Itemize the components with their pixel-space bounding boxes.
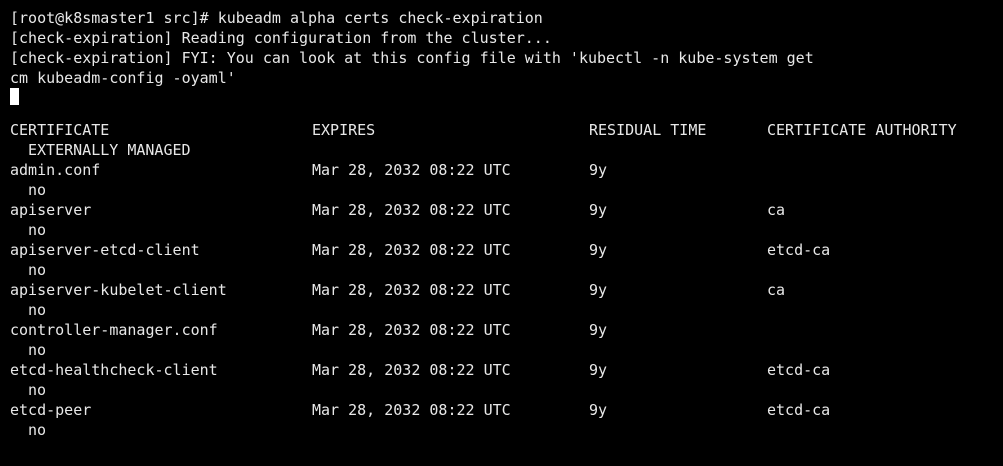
cert-externally-managed: no xyxy=(28,261,47,279)
cert-externally-managed: no xyxy=(28,181,47,199)
cert-residual-time: 9y xyxy=(589,161,608,179)
cert-authority: ca xyxy=(767,281,786,299)
cert-expires: Mar 28, 2032 08:22 UTC xyxy=(312,401,511,419)
table-row: etcd-healthcheck-client Mar 28, 2032 08:2… xyxy=(10,360,1003,380)
command-text: [root@k8smaster1 src]# kubeadm alpha cer… xyxy=(10,9,543,27)
cert-residual-time: 9y xyxy=(589,321,608,339)
table-row: etcd-peer Mar 28, 2032 08:22 UTC 9y etcd-ca xyxy=(10,400,1003,420)
table-row-continued: no xyxy=(10,220,1003,240)
table-row: apiserver-etcd-client Mar 28, 2032 08:22 … xyxy=(10,240,1003,260)
table-row-continued: no xyxy=(10,180,1003,200)
cert-externally-managed: no xyxy=(28,381,47,399)
output-line: [check-expiration] Reading configuration… xyxy=(10,28,1003,48)
cert-authority: etcd-ca xyxy=(767,361,831,379)
output-text: cm kubeadm-config -oyaml' xyxy=(10,69,236,87)
cert-name: admin.conf xyxy=(10,161,101,179)
cert-residual-time: 9y xyxy=(589,361,608,379)
cert-externally-managed: no xyxy=(28,341,47,359)
header-certificate-authority: CERTIFICATE AUTHORITY xyxy=(767,121,957,139)
cert-name: apiserver xyxy=(10,201,92,219)
table-row-continued: no xyxy=(10,260,1003,280)
cert-expires: Mar 28, 2032 08:22 UTC xyxy=(312,361,511,379)
header-certificate: CERTIFICATE xyxy=(10,121,110,139)
cert-residual-time: 9y xyxy=(589,401,608,419)
terminal-window[interactable]: [root@k8smaster1 src]# kubeadm alpha cer… xyxy=(0,0,1003,466)
header-externally-managed: EXTERNALLY MANAGED xyxy=(28,141,191,159)
cert-expires: Mar 28, 2032 08:22 UTC xyxy=(312,281,511,299)
cert-expires: Mar 28, 2032 08:22 UTC xyxy=(312,241,511,259)
table-row: apiserver Mar 28, 2032 08:22 UTC 9y ca xyxy=(10,200,1003,220)
cert-expires: Mar 28, 2032 08:22 UTC xyxy=(312,321,511,339)
cert-expires: Mar 28, 2032 08:22 UTC xyxy=(312,161,511,179)
table-row-continued: no xyxy=(10,380,1003,400)
cert-externally-managed: no xyxy=(28,421,47,439)
cert-name: apiserver-etcd-client xyxy=(10,241,200,259)
cert-authority: ca xyxy=(767,201,786,219)
table-row: apiserver-kubelet-client Mar 28, 2032 08:… xyxy=(10,280,1003,300)
cert-name: apiserver-kubelet-client xyxy=(10,281,227,299)
output-line: cm kubeadm-config -oyaml' xyxy=(10,68,1003,88)
cert-residual-time: 9y xyxy=(589,201,608,219)
prompt-line: [root@k8smaster1 src]# kubeadm alpha cer… xyxy=(10,8,1003,28)
cert-name: controller-manager.conf xyxy=(10,321,218,339)
cert-residual-time: 9y xyxy=(589,281,608,299)
output-text: [check-expiration] FYI: You can look at … xyxy=(10,49,814,67)
cert-residual-time: 9y xyxy=(589,241,608,259)
table-row-continued: no xyxy=(10,420,1003,440)
header-residual-time: RESIDUAL TIME xyxy=(589,121,707,139)
cert-expires: Mar 28, 2032 08:22 UTC xyxy=(312,201,511,219)
table-row: controller-manager.conf Mar 28, 2032 08:2… xyxy=(10,320,1003,340)
output-line: [check-expiration] FYI: You can look at … xyxy=(10,48,1003,68)
terminal-cursor xyxy=(10,88,19,105)
output-text: [check-expiration] Reading configuration… xyxy=(10,29,552,47)
table-row-continued: no xyxy=(10,300,1003,320)
cert-authority: etcd-ca xyxy=(767,401,831,419)
cert-authority: etcd-ca xyxy=(767,241,831,259)
cursor-line xyxy=(10,88,1003,108)
cert-name: etcd-healthcheck-client xyxy=(10,361,218,379)
table-row: admin.conf Mar 28, 2032 08:22 UTC 9y xyxy=(10,160,1003,180)
table-row-continued: no xyxy=(10,340,1003,360)
cert-externally-managed: no xyxy=(28,301,47,319)
table-header-row-continued: EXTERNALLY MANAGED xyxy=(10,140,1003,160)
table-header-row: CERTIFICATE EXPIRES RESIDUAL TIME CERTIF… xyxy=(10,120,1003,140)
cert-name: etcd-peer xyxy=(10,401,92,419)
header-expires: EXPIRES xyxy=(312,121,376,139)
cert-externally-managed: no xyxy=(28,221,47,239)
